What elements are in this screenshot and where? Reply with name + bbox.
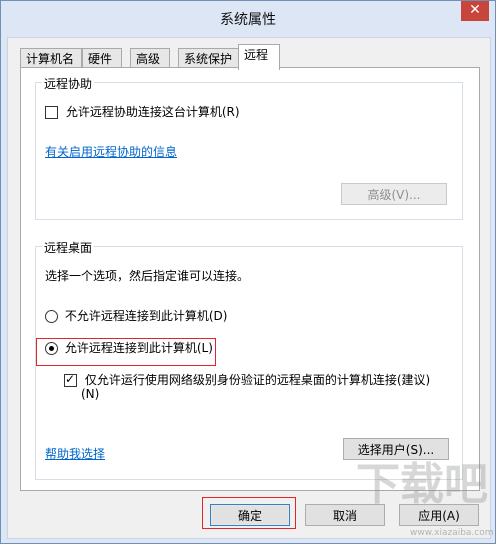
allow-remote-assistance-checkbox[interactable] [45,106,58,119]
remote-assistance-info-link[interactable]: 有关启用远程协助的信息 [45,143,177,160]
nla-checkbox-label-suffix: (N) [81,387,100,401]
remote-desktop-group: 远程桌面 选择一个选项，然后指定谁可以连接。 不允许远程连接到此计算机(D) 允… [35,239,463,480]
help-me-choose-link[interactable]: 帮助我选择 [45,445,105,462]
close-button[interactable]: ✕ [461,1,489,21]
ok-button[interactable]: 确定 [210,504,290,526]
remote-tab-panel: 远程协助 允许远程协助连接这台计算机(R) 有关启用远程协助的信息 高级(V).… [20,67,480,491]
remote-assistance-group-label: 远程协助 [42,75,95,92]
allow-remote-assistance-label: 允许远程协助连接这台计算机(R) [65,105,240,119]
tab-hardware[interactable]: 硬件 [82,48,122,69]
nla-checkbox-row[interactable]: 仅允许运行使用网络级别身份验证的远程桌面的计算机连接(建议) [64,371,430,388]
deny-remote-label: 不允许远程连接到此计算机(D) [64,309,228,323]
tab-advanced[interactable]: 高级 [130,48,170,69]
window-title: 系统属性 [220,12,276,28]
watermark-url: www.xiazaiba.com [410,528,494,538]
tab-computer-name[interactable]: 计算机名 [20,48,82,69]
advanced-button[interactable]: 高级(V)... [341,183,447,205]
allow-remote-assistance-row[interactable]: 允许远程协助连接这台计算机(R) [45,103,240,120]
tab-remote[interactable]: 远程 [238,44,280,70]
remote-desktop-instruction: 选择一个选项，然后指定谁可以连接。 [45,269,250,283]
nla-checkbox[interactable] [64,372,77,387]
tab-system-protection[interactable]: 系统保护 [178,48,242,69]
allow-remote-label: 允许远程连接到此计算机(L) [64,341,213,355]
option-allow-row[interactable]: 允许远程连接到此计算机(L) [45,339,213,356]
close-icon: ✕ [469,2,481,18]
remote-desktop-group-label: 远程桌面 [42,239,95,256]
watermark-logo: 下载吧 [356,459,488,510]
remote-assistance-group: 远程协助 允许远程协助连接这台计算机(R) 有关启用远程协助的信息 高级(V).… [35,75,463,220]
allow-remote-radio[interactable] [45,342,58,355]
option-deny-row[interactable]: 不允许远程连接到此计算机(D) [45,307,227,324]
nla-checkbox-label: 仅允许运行使用网络级别身份验证的远程桌面的计算机连接(建议) [84,373,431,387]
title-bar[interactable]: 系统属性 ✕ [1,1,495,35]
deny-remote-radio[interactable] [45,310,58,323]
